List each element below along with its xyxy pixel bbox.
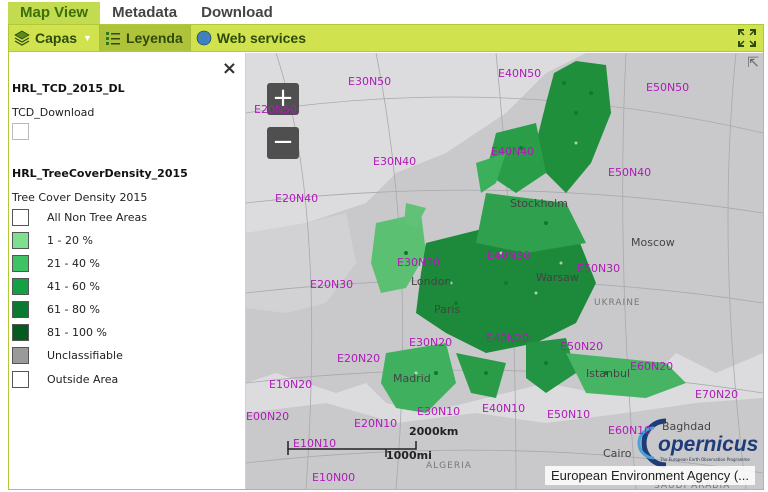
grid-label: E70N20: [695, 388, 739, 401]
city-label: Istanbul: [586, 367, 631, 380]
scale-km: 2000km: [409, 425, 459, 438]
layers-icon: [14, 30, 30, 46]
grid-label: E20N50: [254, 103, 298, 116]
map-toolbar: Capas ▼ Leyenda Web services: [8, 24, 764, 52]
grid-label: E00N20: [246, 410, 290, 423]
legend-item: 21 - 40 %: [12, 254, 100, 272]
legend-item-label: 81 - 100 %: [47, 325, 107, 339]
legend-swatch: [12, 346, 29, 364]
grid-label: E20N40: [275, 192, 319, 205]
globe-icon: [196, 30, 212, 46]
grid-label: E50N50: [646, 81, 690, 94]
legend-swatch: [12, 231, 29, 249]
country-label: ALGERIA: [426, 461, 472, 471]
legend-panel: × HRL_TCD_2015_DL TCD_Download HRL_TreeC…: [9, 53, 246, 489]
legend-layer-title: HRL_TCD_2015_DL: [12, 82, 125, 95]
legend-item: 1 - 20 %: [12, 231, 93, 249]
country-label: UKRAINE: [594, 298, 641, 308]
scale-mi: 1000mi: [386, 449, 432, 462]
legend-list-icon: [105, 32, 120, 45]
grid-label: E50N30: [577, 262, 621, 275]
tab-metadata[interactable]: Metadata: [100, 2, 189, 24]
legend-layer-subtitle: TCD_Download: [12, 106, 95, 119]
legend-item: Outside Area: [12, 370, 118, 388]
legend-swatch: [12, 208, 29, 226]
chevron-down-icon: ▼: [83, 33, 92, 43]
grid-label: E50N10: [547, 408, 591, 421]
legend-swatch: [12, 254, 29, 272]
grid-label: E50N20: [560, 340, 604, 353]
grid-label: E40N20: [486, 332, 530, 345]
grid-label: E30N30: [397, 256, 441, 269]
grid-label: E20N10: [354, 417, 398, 430]
grid-label: E20N20: [337, 352, 381, 365]
zoom-out-button[interactable]: −: [267, 127, 299, 159]
city-label: London: [411, 275, 452, 288]
legend-item: 61 - 80 %: [12, 300, 100, 318]
city-label: Moscow: [631, 236, 675, 249]
web-services-button[interactable]: Web services: [191, 25, 313, 51]
close-icon[interactable]: ×: [222, 58, 237, 79]
grid-label: E10N00: [312, 471, 356, 484]
legend-item-label: Unclassifiable: [47, 348, 123, 362]
grid-label: E40N30: [487, 249, 531, 262]
grid-label: E20N30: [310, 278, 354, 291]
leyenda-button[interactable]: Leyenda: [99, 25, 191, 51]
city-label: Madrid: [393, 372, 431, 385]
grid-label: E10N10: [293, 437, 337, 450]
legend-swatch: [12, 370, 29, 388]
tab-map-view[interactable]: Map View: [8, 2, 101, 24]
legend-item-label: 21 - 40 %: [47, 256, 100, 270]
grid-label: E40N10: [482, 402, 526, 415]
view-tabs: Map View Metadata Download: [8, 2, 285, 24]
city-label: Baghdad: [662, 420, 711, 433]
grid-label: E50N40: [608, 166, 652, 179]
web-services-label: Web services: [216, 30, 307, 46]
legend-item: All Non Tree Areas: [12, 208, 147, 226]
legend-item-label: 1 - 20 %: [47, 233, 93, 247]
copernicus-tagline: The European Earth Observation Programme: [660, 457, 750, 462]
legend-swatch: [12, 123, 29, 140]
copernicus-wordmark: opernicus: [658, 433, 759, 456]
city-label: Stockholm: [510, 197, 568, 210]
city-label: Warsaw: [536, 271, 579, 284]
grid-label: E30N20: [409, 336, 453, 349]
legend-item-label: All Non Tree Areas: [47, 210, 148, 224]
grid-label: E40N40: [491, 145, 535, 158]
legend-swatch: [12, 323, 29, 341]
leyenda-label: Leyenda: [125, 30, 183, 46]
city-label: Cairo: [603, 447, 632, 460]
grid-label: E30N50: [348, 75, 392, 88]
legend-item-label: 41 - 60 %: [47, 279, 100, 293]
grid-label: E60N20: [630, 360, 674, 373]
city-label: Paris: [434, 303, 461, 316]
legend-item: 41 - 60 %: [12, 277, 100, 295]
capas-button[interactable]: Capas ▼: [9, 25, 100, 51]
grid-label: E30N40: [373, 155, 417, 168]
legend-layer-title: HRL_TreeCoverDensity_2015: [12, 167, 188, 180]
tab-download[interactable]: Download: [189, 2, 285, 24]
map-attribution[interactable]: European Environment Agency (...: [544, 466, 755, 485]
legend-swatch: [12, 300, 29, 318]
grid-label: E60N10: [608, 424, 652, 437]
legend-item: 81 - 100 %: [12, 323, 107, 341]
legend-layer-subtitle: Tree Cover Density 2015: [12, 191, 148, 204]
legend-item-label: 61 - 80 %: [47, 302, 100, 316]
capas-label: Capas: [35, 30, 78, 46]
resize-icon[interactable]: ⇱: [747, 55, 759, 71]
fullscreen-icon[interactable]: [737, 28, 757, 48]
grid-label: E40N50: [498, 67, 542, 80]
legend-item: Unclassifiable: [12, 346, 123, 364]
legend-swatch: [12, 277, 29, 295]
grid-label: E30N10: [417, 405, 461, 418]
map-canvas[interactable]: ⇱ + − E30N50 E40N50 E50N50 E20N50 E40N40…: [246, 53, 763, 489]
legend-item-label: Outside Area: [47, 372, 119, 386]
grid-label: E10N20: [269, 378, 313, 391]
